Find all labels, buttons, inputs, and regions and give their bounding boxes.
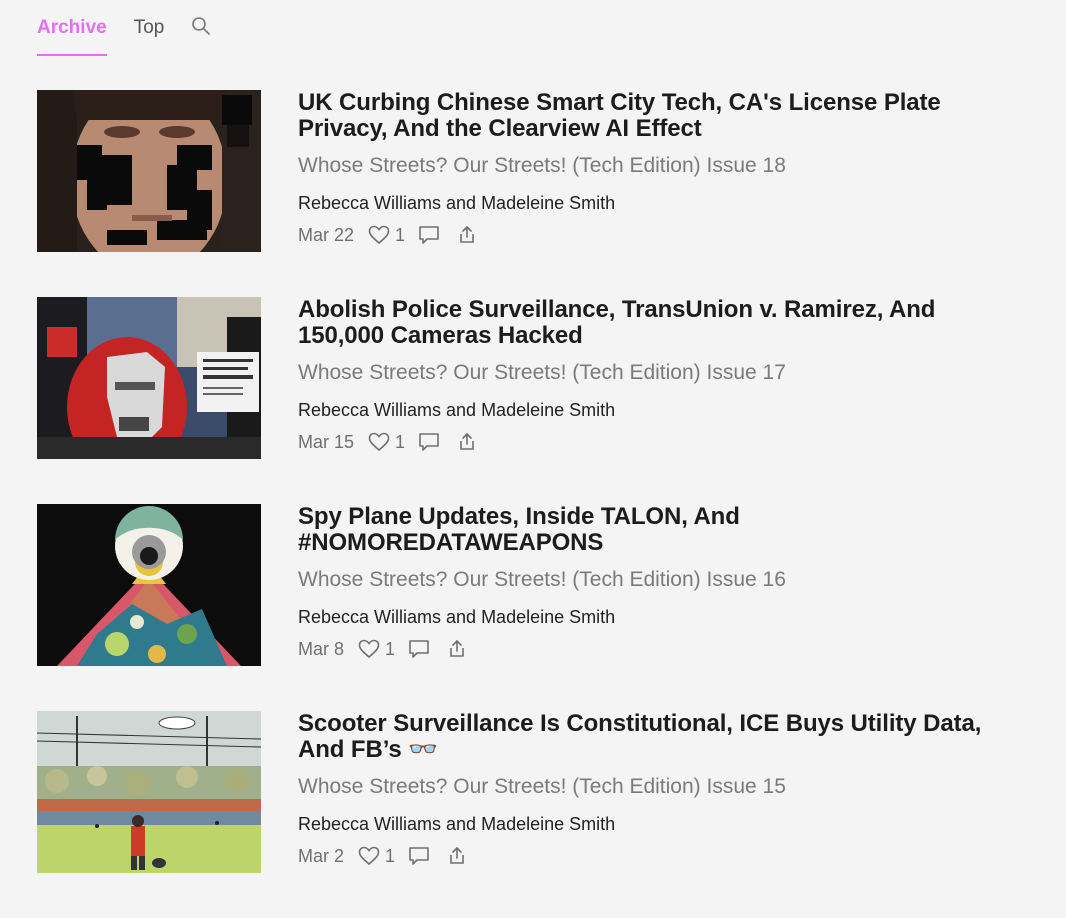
like-button[interactable]: 1 xyxy=(358,639,395,660)
post-subtitle: Whose Streets? Our Streets! (Tech Editio… xyxy=(298,775,786,798)
post-date: Mar 2 xyxy=(298,845,345,866)
like-count: 1 xyxy=(395,431,406,452)
post-subtitle: Whose Streets? Our Streets! (Tech Editio… xyxy=(298,568,786,591)
post-title[interactable]: Scooter Surveillance Is Constitutional, … xyxy=(298,711,998,763)
post-item[interactable]: UK Curbing Chinese Smart City Tech, CA's… xyxy=(37,90,1037,297)
post-title[interactable]: Spy Plane Updates, Inside TALON, And #NO… xyxy=(298,504,998,556)
post-authors[interactable]: Rebecca Williams and Madeleine Smith xyxy=(298,606,998,628)
post-subtitle: Whose Streets? Our Streets! (Tech Editio… xyxy=(298,154,786,177)
comment-icon[interactable] xyxy=(408,639,430,659)
post-thumbnail-eye[interactable] xyxy=(37,504,261,666)
post-item[interactable]: Spy Plane Updates, Inside TALON, And #NO… xyxy=(37,504,1037,711)
post-thumbnail-street[interactable] xyxy=(37,711,261,873)
heart-icon xyxy=(358,639,380,659)
post-thumbnail-face[interactable] xyxy=(37,90,261,252)
post-item[interactable]: Scooter Surveillance Is Constitutional, … xyxy=(37,711,1037,918)
post-authors[interactable]: Rebecca Williams and Madeleine Smith xyxy=(298,813,998,835)
like-button[interactable]: 1 xyxy=(368,432,405,453)
post-item[interactable]: Abolish Police Surveillance, TransUnion … xyxy=(37,297,1037,504)
post-meta: Mar 8 1 xyxy=(298,638,998,660)
post-title[interactable]: UK Curbing Chinese Smart City Tech, CA's… xyxy=(298,90,998,142)
heart-icon xyxy=(358,846,380,866)
like-count: 1 xyxy=(385,845,396,866)
comment-icon[interactable] xyxy=(418,432,440,452)
like-count: 1 xyxy=(395,224,406,245)
search-icon[interactable] xyxy=(191,0,211,41)
comment-icon[interactable] xyxy=(408,846,430,866)
post-meta: Mar 15 1 xyxy=(298,431,998,453)
post-thumbnail-protest[interactable] xyxy=(37,297,261,459)
post-title[interactable]: Abolish Police Surveillance, TransUnion … xyxy=(298,297,998,349)
post-authors[interactable]: Rebecca Williams and Madeleine Smith xyxy=(298,399,998,421)
like-button[interactable]: 1 xyxy=(368,225,405,246)
like-count: 1 xyxy=(385,638,396,659)
post-date: Mar 15 xyxy=(298,431,355,452)
post-meta: Mar 2 1 xyxy=(298,845,998,867)
tab-top[interactable]: Top xyxy=(134,0,165,55)
post-date: Mar 22 xyxy=(298,224,355,245)
share-icon[interactable] xyxy=(458,432,476,452)
post-meta: Mar 22 1 xyxy=(298,224,998,246)
share-icon[interactable] xyxy=(458,225,476,245)
tab-archive[interactable]: Archive xyxy=(37,0,107,56)
like-button[interactable]: 1 xyxy=(358,846,395,867)
post-authors[interactable]: Rebecca Williams and Madeleine Smith xyxy=(298,192,998,214)
heart-icon xyxy=(368,225,390,245)
nav-tabs: Archive Top xyxy=(37,0,211,58)
share-icon[interactable] xyxy=(448,846,466,866)
post-date: Mar 8 xyxy=(298,638,345,659)
post-list: UK Curbing Chinese Smart City Tech, CA's… xyxy=(37,90,1037,918)
heart-icon xyxy=(368,432,390,452)
post-subtitle: Whose Streets? Our Streets! (Tech Editio… xyxy=(298,361,786,384)
share-icon[interactable] xyxy=(448,639,466,659)
comment-icon[interactable] xyxy=(418,225,440,245)
